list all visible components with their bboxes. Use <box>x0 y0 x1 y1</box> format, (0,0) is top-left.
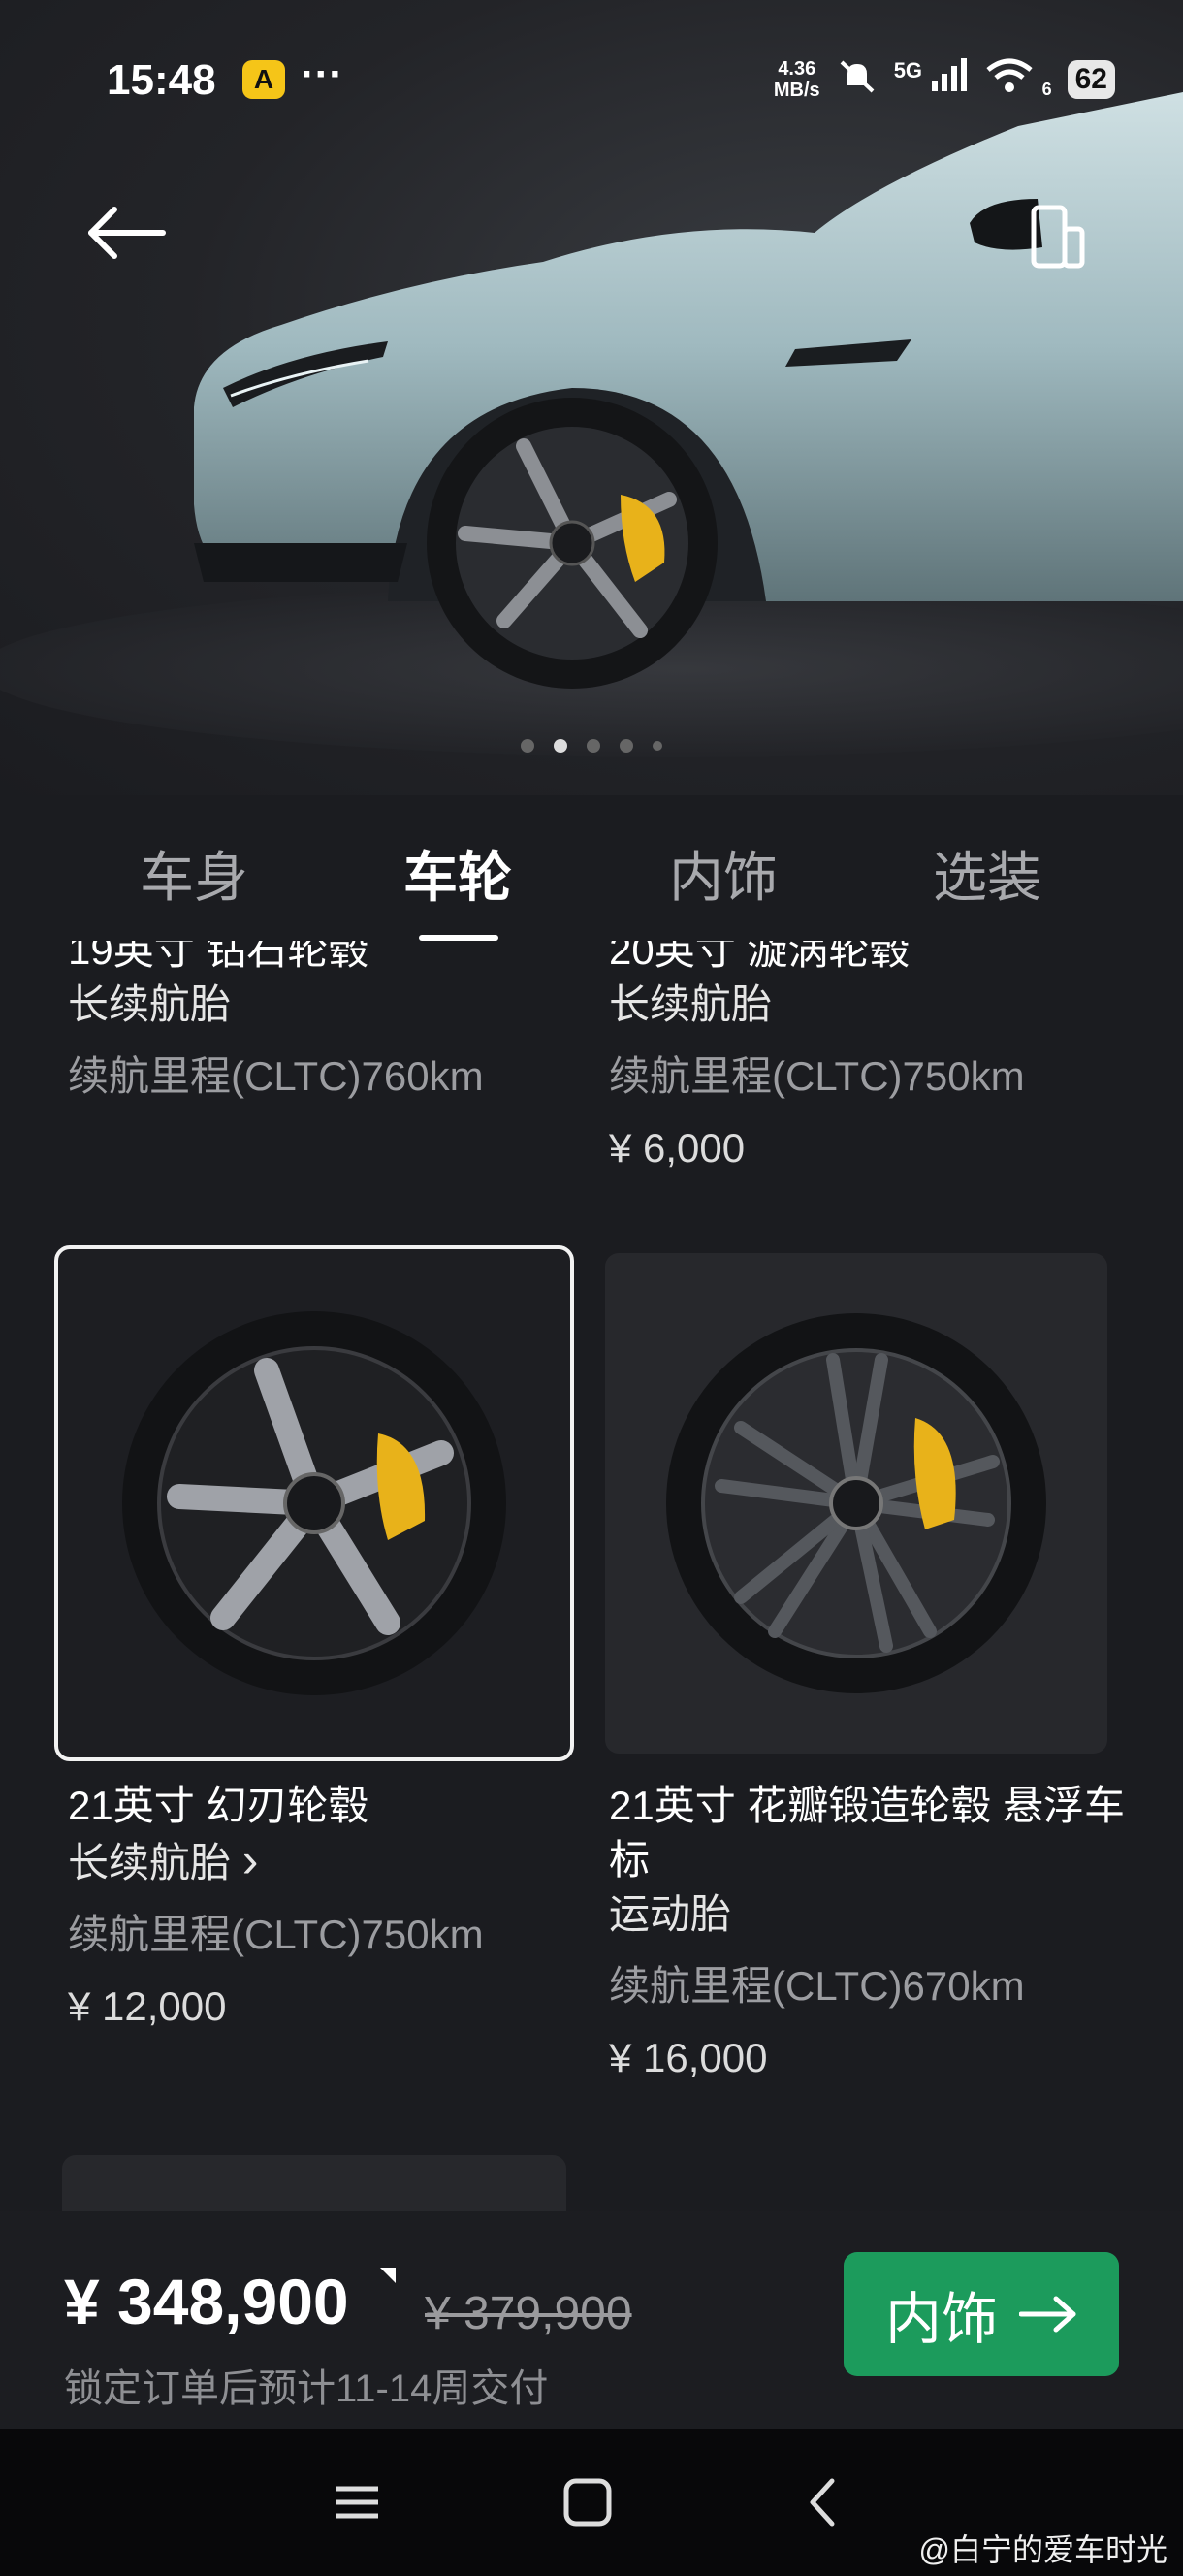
tab-options[interactable]: 选装 <box>880 834 1094 913</box>
network-speed: 4.36 MB/s <box>774 58 820 101</box>
tab-interior[interactable]: 内饰 <box>617 834 830 913</box>
net-speed-value: 4.36 <box>778 57 816 80</box>
option-name: 21英寸 幻刃轮毂 <box>68 1783 369 1828</box>
wheel-image <box>122 1311 506 1695</box>
carousel-indicator[interactable] <box>0 739 1183 753</box>
option-tire: 长续航胎 <box>68 1840 232 1885</box>
wifi-sub: 6 <box>1041 80 1052 99</box>
option-tire: 长续航胎 <box>68 982 232 1027</box>
wheel-card-21-petal[interactable] <box>605 1253 1107 1754</box>
option-price: ¥ 6,000 <box>609 1125 746 1171</box>
option-tire: 运动胎 <box>609 1891 732 1937</box>
car-illustration <box>0 92 1183 757</box>
wheel-option-21-phantom[interactable]: 21英寸 幻刃轮毂 长续航胎 › 续航里程(CLTC)750km ¥ 12,00… <box>68 1779 484 2034</box>
back-button[interactable] <box>85 204 173 262</box>
wheel-option-21-petal[interactable]: 21英寸 花瓣锻造轮毂 悬浮车标 运动胎 续航里程(CLTC)670km ¥ 1… <box>609 1779 1133 2085</box>
option-name: 19英寸 钻石轮毂 <box>68 941 369 973</box>
signal-icon: 5G <box>894 58 969 100</box>
option-price: ¥ 16,000 <box>609 2035 768 2080</box>
option-tire: 长续航胎 <box>609 982 773 1027</box>
status-time: 15:48 <box>107 56 216 104</box>
option-price: ¥ 12,000 <box>68 1983 227 2029</box>
wheel-option-19[interactable]: 19英寸 钻石轮毂 长续航胎 续航里程(CLTC)760km <box>68 941 484 1104</box>
original-price: ¥ 379,900 <box>425 2288 632 2339</box>
option-range: 续航里程(CLTC)750km <box>609 1053 1025 1099</box>
option-range: 续航里程(CLTC)670km <box>609 1963 1025 2009</box>
carousel-dot[interactable] <box>587 739 600 753</box>
option-range: 续航里程(CLTC)760km <box>68 1053 484 1099</box>
wheel-card-21-phantom[interactable] <box>54 1245 574 1761</box>
wheel-options-list: 19英寸 钻石轮毂 长续航胎 续航里程(CLTC)760km 20英寸 漩涡轮毂… <box>0 941 1183 2211</box>
phone-tablet-icon <box>1031 205 1085 269</box>
price-detail-corner-icon[interactable] <box>380 2268 396 2283</box>
back-chevron-icon[interactable] <box>795 2473 853 2531</box>
mute-icon <box>836 56 879 102</box>
network-type: 5G <box>893 58 923 82</box>
app-notification-icon: A <box>242 60 285 99</box>
carousel-dot-active[interactable] <box>554 739 567 753</box>
option-tire-link[interactable]: 长续航胎 › <box>68 1833 484 1890</box>
config-tabs: 车身 车轮 内饰 选装 <box>0 834 1183 941</box>
tab-body[interactable]: 车身 <box>87 834 301 913</box>
status-bar: 15:48 A ··· 4.36 MB/s 5G 6 62 <box>107 50 1115 114</box>
carousel-dot[interactable] <box>521 739 534 753</box>
hero-car-image: 15:48 A ··· 4.36 MB/s 5G 6 62 <box>0 0 1183 795</box>
next-step-button[interactable]: 内饰 <box>844 2252 1119 2376</box>
option-name: 21英寸 花瓣锻造轮毂 悬浮车标 <box>609 1783 1126 1883</box>
tab-wheels[interactable]: 车轮 <box>351 834 564 913</box>
next-step-label: 内饰 <box>884 2288 998 2351</box>
arrow-right-icon <box>1019 2296 1076 2333</box>
more-notifications-icon: ··· <box>301 50 343 98</box>
device-view-button[interactable] <box>1028 204 1086 272</box>
battery-indicator: 62 <box>1067 59 1115 99</box>
wheel-option-20[interactable]: 20英寸 漩涡轮毂 长续航胎 续航里程(CLTC)750km ¥ 6,000 <box>609 941 1025 1175</box>
total-price: ¥ 348,900 <box>64 2266 349 2337</box>
carousel-dot[interactable] <box>620 739 633 753</box>
option-range: 续航里程(CLTC)750km <box>68 1912 484 1957</box>
weibo-watermark: @白宁的爱车时光 <box>918 2532 1168 2567</box>
price-summary-bar: ¥ 348,900 ¥ 379,900 锁定订单后预计11-14周交付 内饰 <box>0 2211 1183 2429</box>
chevron-right-icon: › <box>241 1833 259 1887</box>
wheel-card-next[interactable] <box>62 2155 566 2211</box>
delivery-estimate: 锁定订单后预计11-14周交付 <box>64 2367 549 2410</box>
wifi-icon: 6 <box>984 56 1052 102</box>
wheel-image <box>666 1313 1046 1693</box>
option-name: 20英寸 漩涡轮毂 <box>609 941 911 973</box>
arrow-left-icon <box>88 207 166 259</box>
menu-icon[interactable] <box>328 2473 386 2531</box>
net-speed-unit: MB/s <box>773 79 820 101</box>
carousel-dot[interactable] <box>653 741 662 751</box>
home-square-icon[interactable] <box>559 2473 617 2531</box>
